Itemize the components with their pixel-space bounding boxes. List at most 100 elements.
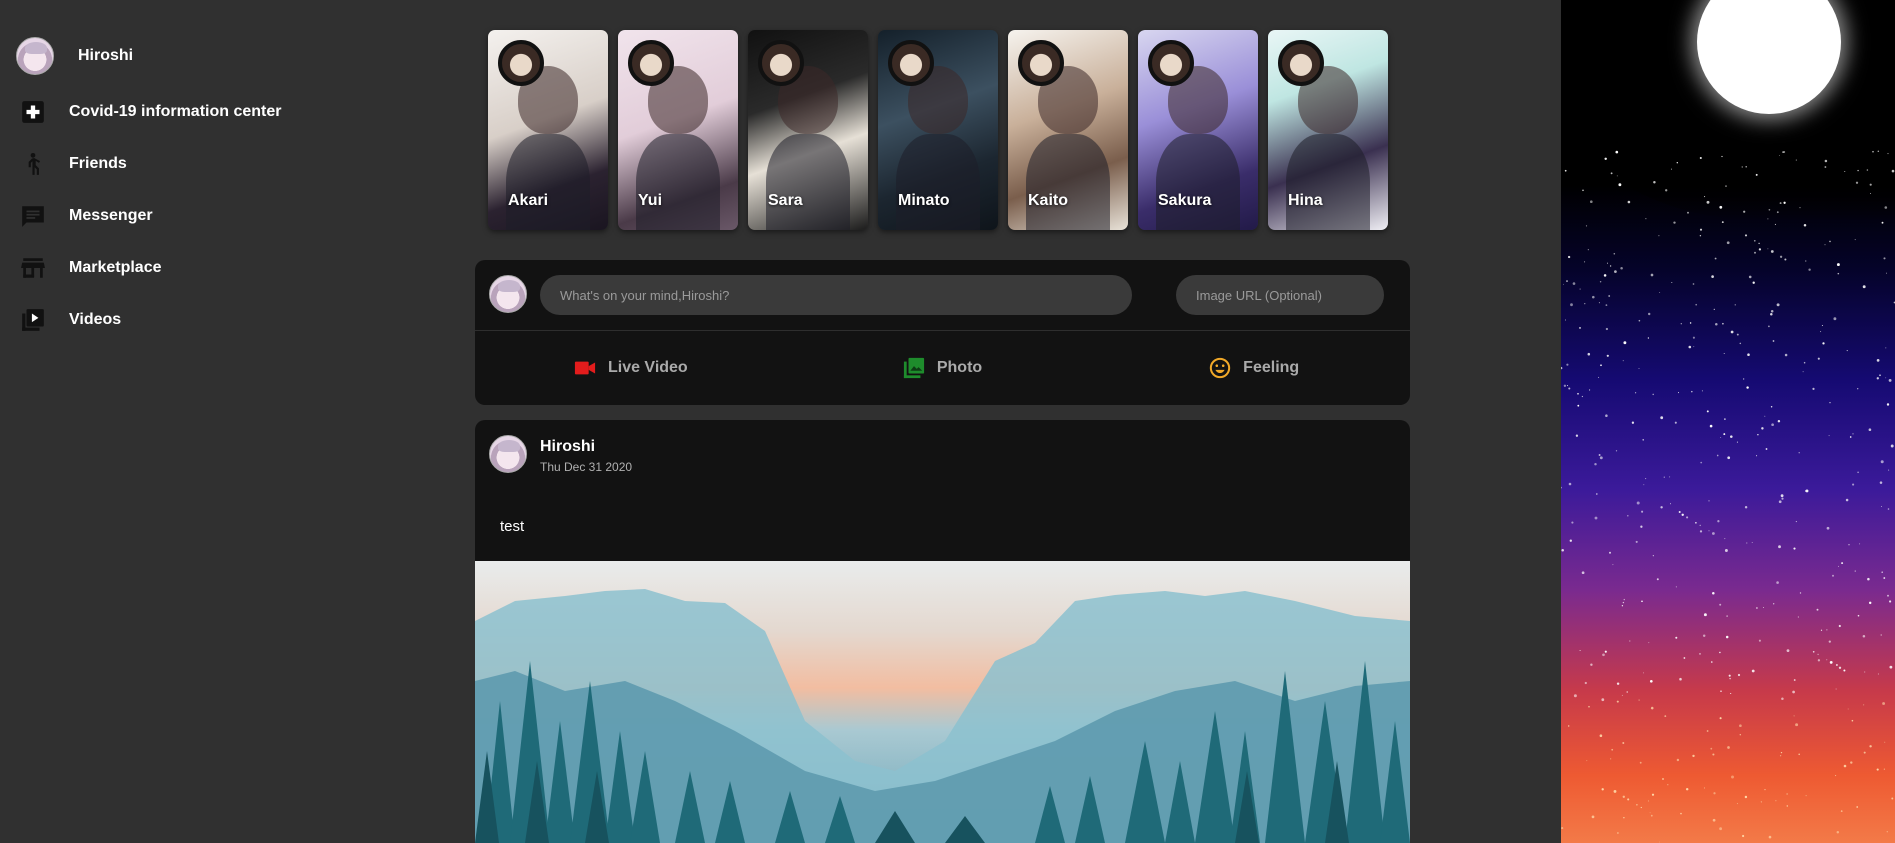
star (1642, 672, 1645, 674)
star (1661, 777, 1665, 781)
star (1598, 454, 1601, 456)
star (1609, 551, 1611, 554)
story-card[interactable]: Minato (878, 30, 998, 230)
star (1640, 525, 1643, 528)
star (1879, 374, 1881, 377)
star (1734, 304, 1736, 306)
star (1658, 235, 1660, 237)
profile-link[interactable]: Hiroshi (16, 36, 133, 76)
star (1888, 469, 1890, 471)
post-author-avatar[interactable] (489, 435, 527, 473)
story-card[interactable]: Yui (618, 30, 738, 230)
star (1723, 353, 1725, 354)
star (1826, 659, 1828, 661)
star (1716, 454, 1719, 457)
star (1615, 450, 1618, 452)
star (1797, 616, 1799, 618)
sidebar-item-videos[interactable]: Videos (0, 294, 470, 346)
star (1719, 717, 1722, 720)
star (1609, 265, 1612, 267)
star (1562, 283, 1564, 285)
star (1859, 543, 1861, 545)
star (1573, 694, 1577, 698)
star (1888, 378, 1892, 382)
star (1706, 200, 1710, 204)
sidebar-item-covid[interactable]: Covid-19 information center (0, 86, 470, 138)
star (1728, 674, 1731, 677)
star (1613, 789, 1617, 793)
star (1640, 806, 1642, 809)
star (1584, 261, 1586, 263)
star (1799, 592, 1802, 594)
star (1601, 698, 1605, 702)
story-card[interactable]: Kaito (1008, 30, 1128, 230)
star (1589, 389, 1591, 391)
star (1843, 764, 1847, 768)
star (1743, 378, 1745, 380)
star (1817, 659, 1821, 662)
star (1845, 498, 1849, 502)
star (1854, 239, 1856, 241)
star (1688, 345, 1692, 349)
story-card[interactable]: Sakura (1138, 30, 1258, 230)
live-video-button[interactable]: Live Video (475, 331, 787, 405)
star (1719, 603, 1722, 606)
star (1647, 312, 1651, 316)
star (1670, 168, 1672, 170)
star (1584, 681, 1587, 685)
star (1706, 410, 1709, 413)
star (1793, 715, 1795, 717)
star (1606, 354, 1609, 357)
feed-post: Hiroshi Thu Dec 31 2020 test (475, 420, 1410, 843)
story-name: Yui (638, 192, 663, 209)
star (1847, 708, 1849, 710)
star (1780, 751, 1783, 754)
star (1757, 433, 1759, 436)
sidebar-item-friends[interactable]: Friends (0, 138, 470, 190)
image-url-input[interactable] (1176, 275, 1384, 315)
star (1727, 746, 1730, 749)
story-name: Kaito (1028, 192, 1068, 209)
sidebar-item-marketplace[interactable]: Marketplace (0, 242, 470, 294)
star (1708, 530, 1710, 532)
star (1623, 817, 1625, 819)
star (1812, 387, 1815, 390)
star (1664, 715, 1667, 718)
star (1671, 281, 1673, 284)
star (1712, 818, 1716, 822)
star (1608, 295, 1611, 297)
star (1758, 248, 1762, 251)
star (1786, 793, 1788, 795)
star (1779, 755, 1782, 757)
post-text-input[interactable] (540, 275, 1132, 315)
photo-button[interactable]: Photo (787, 331, 1099, 405)
star (1569, 539, 1572, 542)
story-card[interactable]: Akari (488, 30, 608, 230)
star (1699, 156, 1702, 160)
star (1824, 159, 1828, 163)
star (1689, 322, 1692, 324)
star (1891, 797, 1894, 800)
star (1699, 653, 1701, 655)
star (1837, 272, 1840, 275)
star (1729, 677, 1731, 680)
star (1669, 476, 1671, 478)
post-author-name[interactable]: Hiroshi (540, 438, 595, 456)
star (1838, 565, 1839, 567)
story-card[interactable]: Hina (1268, 30, 1388, 230)
star (1600, 364, 1602, 367)
star (1782, 151, 1785, 154)
star (1627, 200, 1631, 204)
star (1638, 699, 1640, 701)
star (1645, 218, 1647, 220)
star (1835, 664, 1838, 666)
story-avatar (628, 40, 674, 86)
star (1774, 223, 1776, 225)
star (1784, 258, 1787, 261)
star (1647, 337, 1650, 339)
story-card[interactable]: Sara (748, 30, 868, 230)
feeling-button[interactable]: Feeling (1098, 331, 1410, 405)
sidebar-item-messenger[interactable]: Messenger (0, 190, 470, 242)
star (1799, 207, 1801, 209)
star (1577, 404, 1580, 407)
